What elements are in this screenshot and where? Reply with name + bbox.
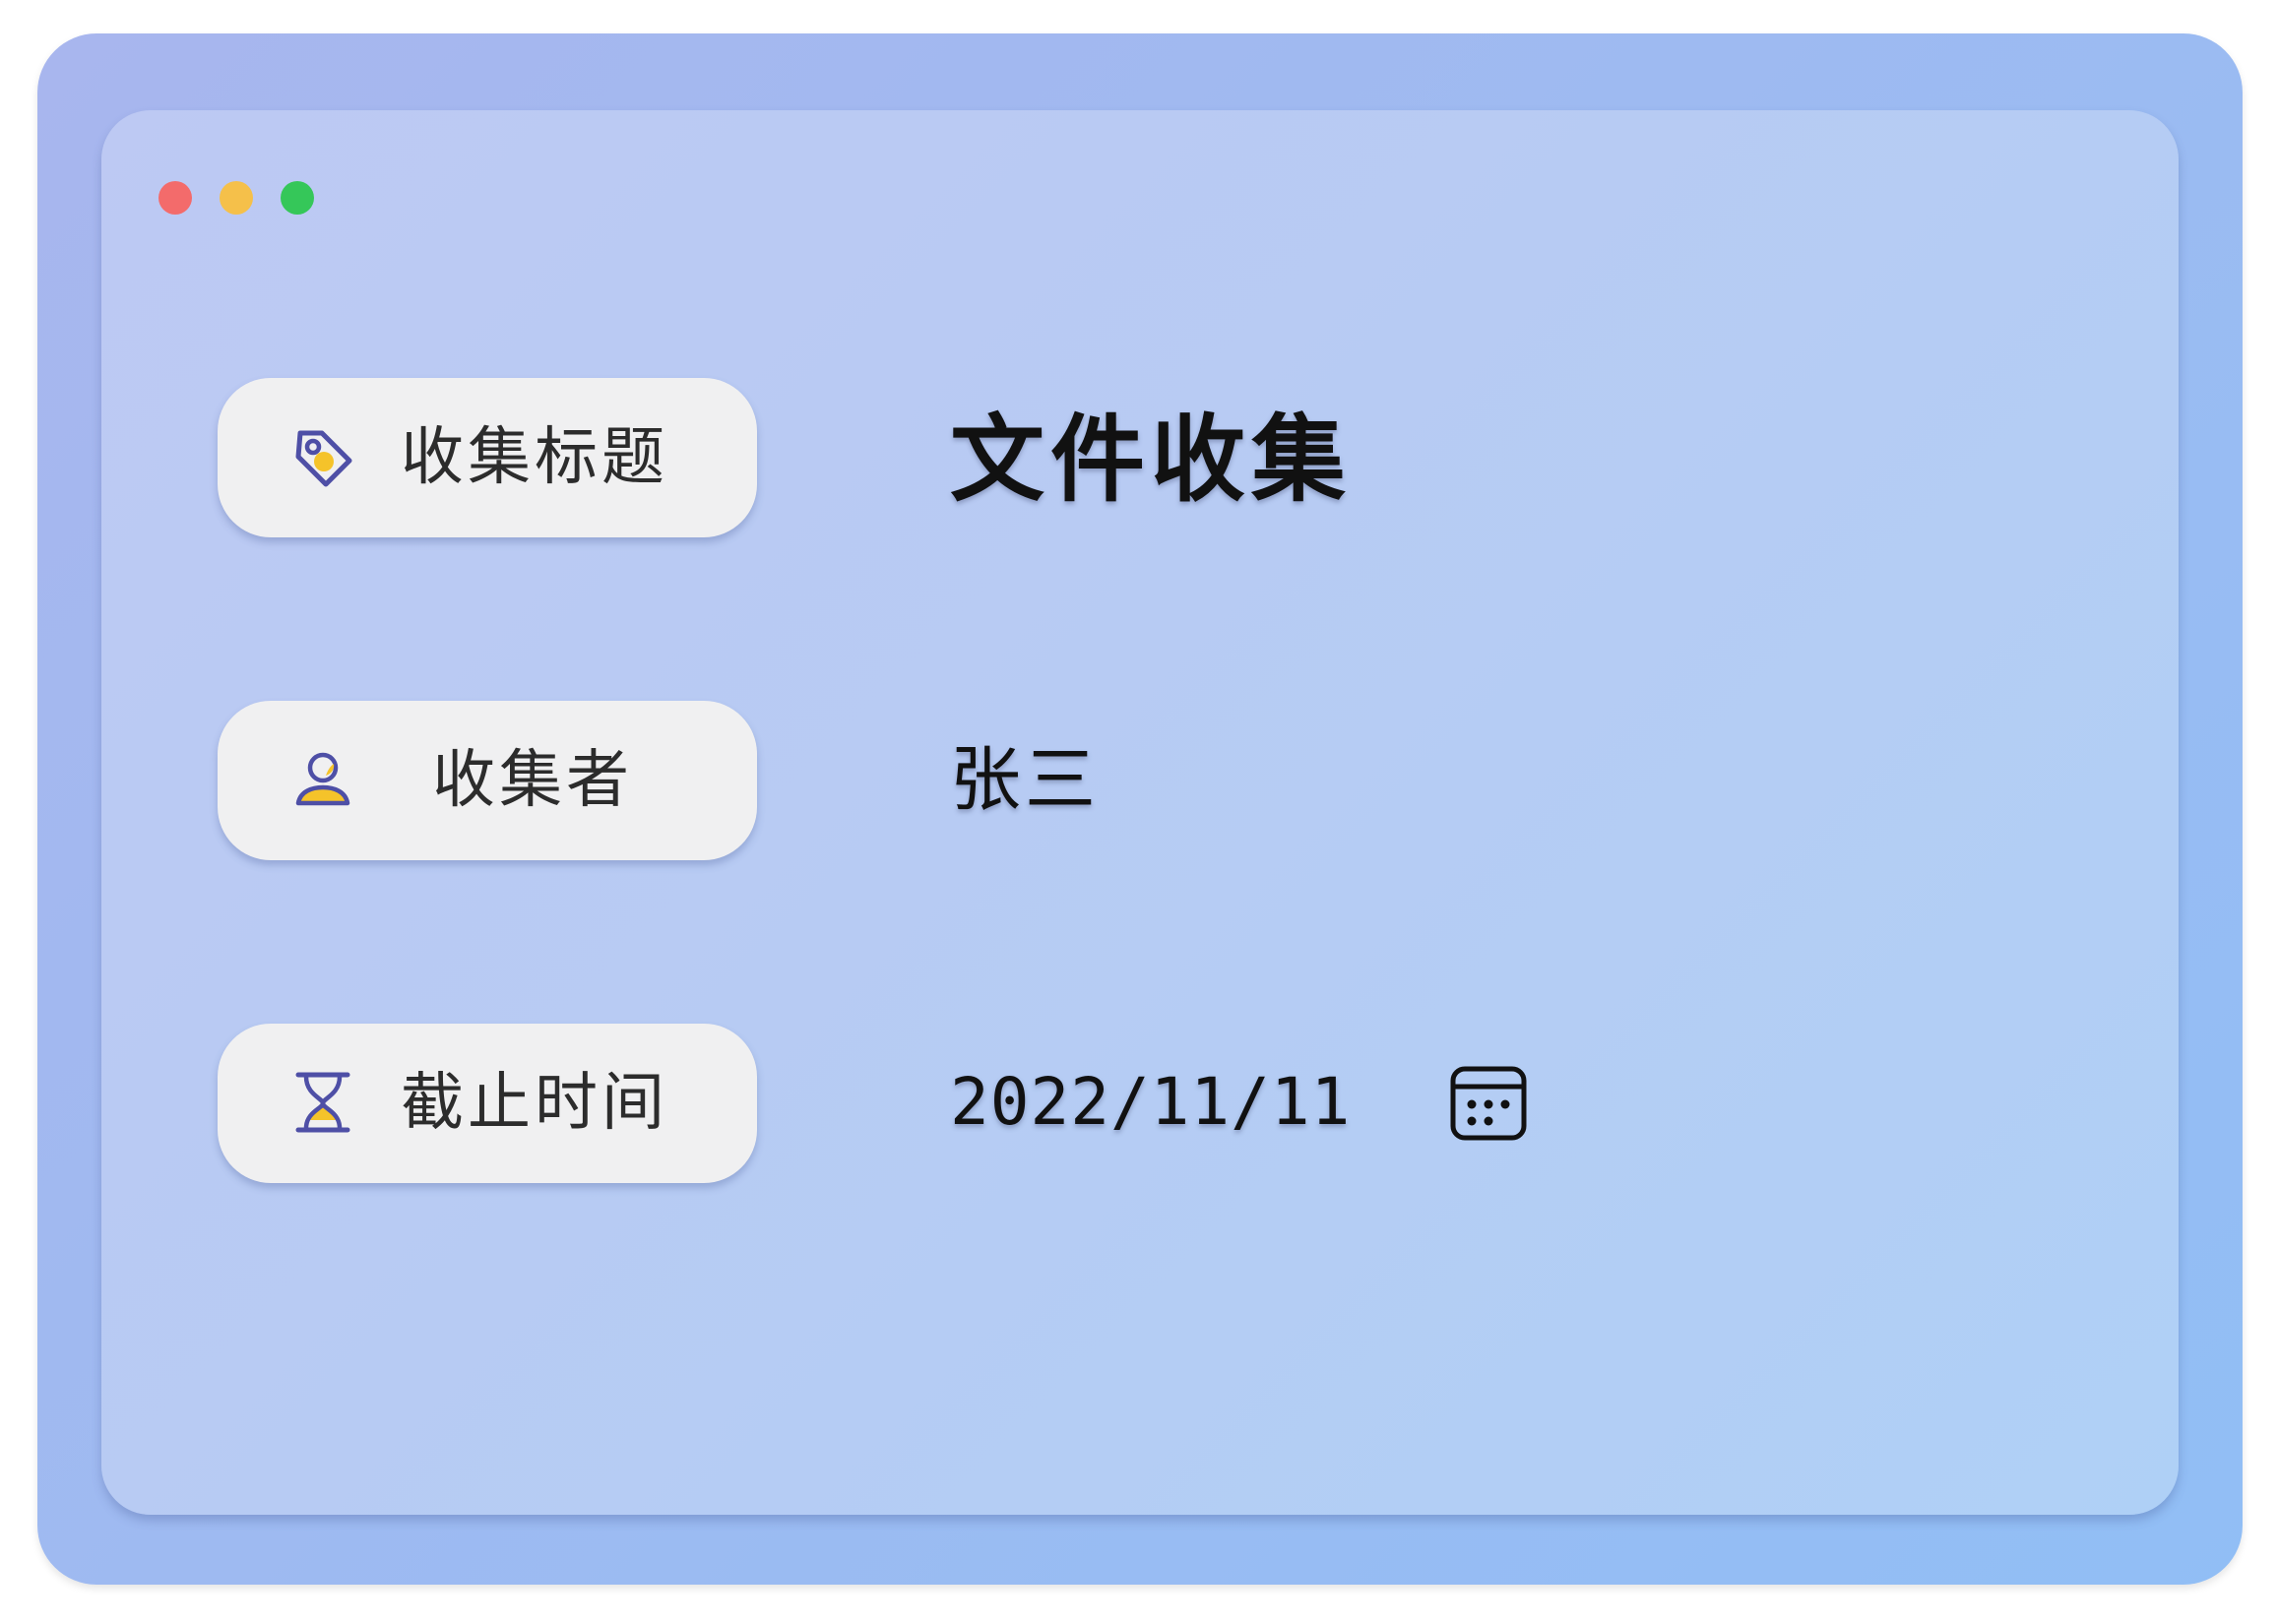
collector-label-pill: 收集者 <box>218 701 757 860</box>
collector-value[interactable]: 张三 <box>950 720 1100 839</box>
form-window: 收集标题 文件收集 收集者 张三 截止时间 2022/11/11 <box>101 110 2179 1515</box>
user-icon <box>288 746 357 815</box>
deadline-label: 截止时间 <box>401 1067 668 1140</box>
app-frame: 收集标题 文件收集 收集者 张三 截止时间 2022/11/11 <box>37 33 2243 1585</box>
title-value[interactable]: 文件收集 <box>950 406 1352 514</box>
maximize-window-button[interactable] <box>281 181 314 215</box>
deadline-value[interactable]: 2022/11/11 <box>950 1043 1351 1161</box>
deadline-label-pill: 截止时间 <box>218 1024 757 1183</box>
close-window-button[interactable] <box>158 181 192 215</box>
collector-label: 收集者 <box>432 744 633 817</box>
title-label-pill: 收集标题 <box>218 378 757 537</box>
tag-icon <box>288 423 357 492</box>
hourglass-icon <box>288 1069 357 1138</box>
minimize-window-button[interactable] <box>220 181 253 215</box>
title-label: 收集标题 <box>401 421 668 494</box>
calendar-icon[interactable] <box>1448 1063 1529 1144</box>
